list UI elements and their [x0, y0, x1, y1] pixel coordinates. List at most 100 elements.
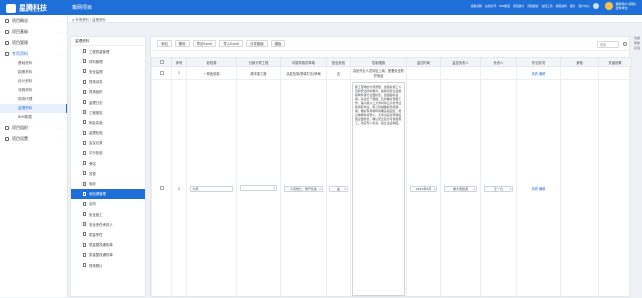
document-icon — [83, 171, 86, 176]
accident-select[interactable]: 人员伤亡、财产损失 — [284, 185, 323, 192]
column-header[interactable]: 关键设置 — [598, 57, 632, 67]
column-header[interactable]: 控制措施 — [350, 57, 407, 67]
sidebar-item-overview[interactable]: 项目概况 › — [0, 15, 67, 26]
document-icon — [83, 222, 86, 227]
measure-textarea[interactable]: 施工现场的大风预警，加强对施工人员的安全防护教育。提前对安全设施和构件进行全面检… — [352, 81, 405, 296]
header-select[interactable] — [151, 57, 172, 67]
tree-item[interactable]: 监理检验 — [71, 128, 145, 138]
sidebar-sub-process[interactable]: 流程资料 — [0, 86, 67, 95]
tree-item[interactable]: 质量整改通知单 — [71, 240, 145, 250]
tree-item[interactable]: 材料管理 — [71, 56, 145, 66]
tree-item[interactable]: 例会实施 — [71, 117, 145, 127]
top-item-bim[interactable]: BIM模型 — [499, 4, 510, 8]
tree-item[interactable]: 安全责任承担人 — [71, 219, 145, 229]
tree-item[interactable]: 危险源管理 — [71, 188, 145, 199]
hazard-table: 序号 危险源 分部分项工程 可能导致的事故 是否危险 控制措施 监控时间 监控负… — [151, 57, 632, 298]
tree-item-label: 验收 — [89, 182, 96, 187]
sidebar-sub-agent[interactable]: 现场代理 — [0, 95, 67, 104]
search-input[interactable]: 搜索 — [597, 41, 619, 48]
user-info[interactable]: 策网用户(游客) 建筑单位 — [616, 2, 636, 10]
sidebar-sub-design[interactable]: 设计资料 — [0, 77, 67, 86]
sidebar-item-management[interactable]: 项目管理 › — [0, 37, 67, 48]
top-item-print[interactable]: 在线打印 — [485, 4, 496, 8]
tree-item[interactable]: 安全施工 — [71, 209, 145, 219]
danger-select[interactable]: 是 — [329, 185, 348, 192]
top-item-edit[interactable]: 编辑资料 — [556, 4, 567, 8]
sidebar-item-organization[interactable]: 项目组织 › — [0, 122, 67, 133]
edit-link[interactable]: 编辑 — [539, 187, 545, 191]
tree-item[interactable]: 工程质量管理 — [71, 46, 145, 56]
tree-item[interactable]: 现场照片 — [71, 260, 145, 270]
column-header[interactable]: 是否危险 — [326, 57, 351, 67]
settings-icon[interactable] — [623, 42, 627, 46]
tree-item[interactable]: 工程报告 — [71, 107, 145, 117]
time-picker[interactable]: 2022年4月 — [409, 185, 438, 192]
tree-item[interactable]: 验收 — [71, 178, 145, 188]
tree-item[interactable]: 现场组织 — [71, 87, 145, 97]
column-header[interactable]: 序号 — [171, 57, 187, 67]
tree-item[interactable]: 质量责任 — [71, 229, 145, 239]
top-item-archive[interactable]: 归档模式 — [527, 4, 538, 8]
document-icon — [83, 120, 86, 125]
sidebar-item-settings[interactable]: 项目设置 › — [0, 133, 67, 144]
tree-item[interactable]: 安全监理 — [71, 66, 145, 76]
column-header[interactable]: 可能导致的事故 — [280, 57, 327, 67]
column-header[interactable]: 其他 — [560, 57, 599, 67]
tree-item[interactable]: 巡视 — [71, 168, 145, 178]
export-excel-button[interactable]: 导出Excel — [192, 40, 217, 47]
rail-feedback[interactable]: 反馈 — [632, 46, 642, 51]
column-header[interactable]: 监控负责人 — [440, 57, 481, 67]
import-excel-button[interactable]: 导入Excel — [219, 40, 244, 47]
sidebar-item-special[interactable]: 专项资料 ⌄ — [0, 48, 67, 59]
tree-item[interactable]: 监理日志 — [71, 97, 145, 107]
table-row[interactable]: 1 一般危险源 脚手架工程 高处坠落/物体打击/坍塌 否 高处作业人员持证上岗，… — [151, 66, 632, 80]
row-checkbox[interactable] — [159, 70, 164, 75]
document-icon — [83, 69, 86, 74]
delete-button[interactable]: 删除 — [174, 40, 190, 47]
top-item-account[interactable]: 账户中心 — [578, 4, 589, 8]
sidebar-sub-supervision[interactable]: 监理资料 — [0, 104, 67, 113]
tree-item[interactable]: 合同 — [71, 199, 145, 209]
top-bar: 星腾科技 XINGTENG TECHNOLOGY 策网项目 模板切换 在线打印 … — [0, 0, 642, 15]
add-button[interactable]: 添加 — [157, 40, 172, 47]
column-header[interactable]: 危险源 — [186, 57, 237, 67]
sidebar-item-label: 项目设置 — [12, 135, 28, 141]
tree-item-label: 材料管理 — [89, 59, 103, 64]
column-header[interactable]: 监控时间 — [406, 57, 441, 67]
person-select[interactable]: 王一凡 — [483, 185, 514, 192]
edit-link[interactable]: 编辑 — [539, 72, 545, 76]
template-button[interactable]: 模板 — [270, 40, 286, 47]
document-icon — [83, 263, 86, 268]
sidebar-sub-bim[interactable]: BIM数据 — [0, 113, 67, 122]
select-all-checkbox[interactable] — [159, 59, 164, 64]
tree-item[interactable]: 现场动态 — [71, 77, 145, 87]
tree-item[interactable]: 平行检验 — [71, 148, 145, 158]
top-item-template[interactable]: 模板切换 — [471, 4, 482, 8]
sidebar-item-label: 项目组织 — [12, 124, 28, 130]
table-row[interactable]: 2 大风 人员伤亡、财产损失 是 施工现场的大风预警，加强对施工人员的安全防护教… — [151, 79, 632, 298]
tree-item[interactable]: 质量整改通知单 — [71, 250, 145, 260]
row-checkbox[interactable] — [159, 186, 164, 190]
tree-item[interactable]: 会议记录 — [71, 138, 145, 148]
top-item-tools[interactable]: 在线工具 — [541, 4, 552, 8]
hazard-input[interactable]: 大风 — [190, 185, 233, 192]
column-header[interactable]: 负责人 — [480, 57, 517, 67]
brand[interactable]: 星腾科技 XINGTENG TECHNOLOGY — [6, 3, 47, 13]
top-item-stats[interactable]: 项目统计 — [513, 4, 524, 8]
view-link[interactable]: 查看 — [532, 187, 538, 191]
column-header[interactable]: 作业情况 — [516, 57, 561, 67]
sidebar-sub-basic[interactable]: 基础资料 — [0, 59, 67, 68]
breadcrumb-parent[interactable]: 专项资料 — [75, 18, 89, 22]
column-header[interactable]: 分部分项工程 — [236, 57, 281, 67]
top-item-image[interactable]: 图片 — [570, 4, 576, 8]
document-icon — [83, 161, 86, 166]
tree-item[interactable]: 旁站 — [71, 158, 145, 168]
share-template-button[interactable]: 分发模版 — [246, 40, 268, 47]
sidebar-sub-survey[interactable]: 勘察资料 — [0, 68, 67, 77]
subproject-select[interactable] — [240, 185, 277, 192]
notification-icon[interactable] — [592, 3, 599, 9]
view-link[interactable]: 查看 — [532, 72, 538, 76]
avatar[interactable] — [604, 2, 613, 10]
monitor-select[interactable]: 重大危险源 — [443, 185, 478, 192]
sidebar-item-basic[interactable]: 项目基础 › — [0, 26, 67, 37]
